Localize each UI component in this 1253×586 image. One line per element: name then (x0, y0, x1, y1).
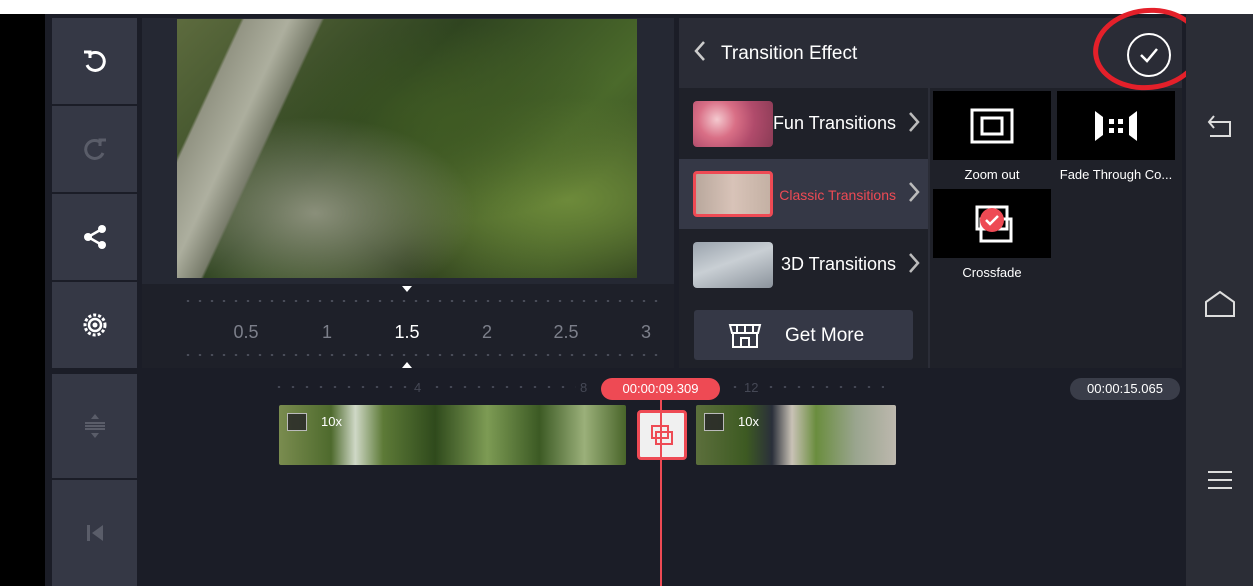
film-icon (287, 413, 307, 431)
timeline-tick: 8 (580, 380, 588, 395)
speed-label: 2 (481, 322, 493, 342)
speed-label: 3 (640, 322, 652, 342)
category-thumbnail (693, 101, 773, 147)
expand-tracks-icon (84, 414, 105, 438)
transition-marker[interactable] (637, 410, 687, 460)
panel-title: Transition Effect (721, 43, 858, 64)
category-3d-transitions[interactable]: 3D Transitions (679, 230, 928, 300)
gear-icon (83, 313, 106, 337)
back-icon[interactable] (1206, 114, 1234, 138)
timeline-ruler-dots (430, 386, 576, 388)
effect-zoom-out[interactable]: Zoom out (933, 91, 1051, 182)
video-clip[interactable]: 10x (279, 405, 626, 465)
effect-name: Crossfade (962, 265, 1022, 280)
effect-name: Fade Through Co... (1059, 167, 1173, 182)
fade-through-color-icon (1095, 110, 1137, 141)
clip-speed: 10x (321, 414, 342, 429)
category-fun-transitions[interactable]: Fun Transitions (679, 89, 928, 159)
category-label: Classic Transitions (779, 187, 896, 203)
track-height-button[interactable] (52, 374, 137, 478)
redo-icon (83, 138, 106, 160)
ruler-dots-top (182, 300, 664, 302)
timeline-ruler-dots (764, 386, 884, 388)
device-bezel (0, 14, 45, 586)
screenshot: 0.5 1 1.5 2 2.5 3 Transition Effect Fun … (0, 0, 1253, 586)
skip-to-start-button[interactable] (52, 480, 137, 586)
effect-name: Zoom out (964, 167, 1020, 182)
speed-label: 2.5 (553, 322, 579, 342)
undo-icon (83, 50, 106, 72)
store-icon (728, 324, 762, 348)
category-thumbnail (693, 242, 773, 288)
ruler-marker-bottom-icon (402, 362, 412, 368)
playhead[interactable] (660, 400, 662, 586)
speed-label: 1 (321, 322, 333, 342)
chevron-right-icon (909, 112, 920, 132)
share-icon (83, 225, 106, 249)
video-preview[interactable] (177, 19, 637, 278)
crossfade-marker-icon (651, 425, 673, 445)
speed-ruler[interactable]: 0.5 1 1.5 2 2.5 3 (142, 284, 674, 368)
speed-label-selected: 1.5 (394, 322, 420, 342)
speed-label: 0.5 (233, 322, 259, 342)
timeline-ruler-dots (728, 386, 742, 388)
category-label: Fun Transitions (772, 113, 896, 133)
timeline-tick: 4 (414, 380, 422, 395)
menu-icon[interactable] (1206, 469, 1234, 491)
playhead-time: 00:00:09.309 (601, 378, 720, 400)
film-icon (704, 413, 724, 431)
effect-tile (933, 189, 1051, 258)
ruler-marker-top-icon (402, 286, 412, 292)
effect-crossfade[interactable]: Crossfade (933, 189, 1051, 280)
clip-speed: 10x (738, 414, 759, 429)
skip-start-icon (86, 525, 103, 541)
timeline-ruler-dots (272, 386, 412, 388)
effect-tile (1057, 91, 1175, 160)
selected-check-icon (980, 208, 1004, 232)
system-nav-bar (1186, 14, 1253, 586)
home-icon[interactable] (1204, 290, 1236, 318)
chevron-right-icon (909, 253, 920, 273)
category-label: 3D Transitions (780, 254, 896, 274)
end-time: 00:00:15.065 (1070, 378, 1180, 400)
chevron-right-icon (909, 182, 920, 202)
zoom-out-icon (970, 108, 1014, 143)
undo-button[interactable] (52, 18, 137, 104)
share-button[interactable] (52, 194, 137, 280)
video-frame (177, 19, 377, 278)
category-classic-transitions[interactable]: Classic Transitions (679, 159, 928, 229)
divider (928, 88, 930, 368)
get-more-button[interactable]: Get More (694, 310, 913, 360)
ruler-dots-bottom (182, 354, 664, 356)
redo-button[interactable] (52, 106, 137, 192)
category-thumbnail (693, 171, 773, 217)
effect-fade-through-color[interactable]: Fade Through Co... (1057, 91, 1175, 182)
settings-button[interactable] (52, 282, 137, 368)
effect-tile (933, 91, 1051, 160)
get-more-label: Get More (785, 325, 865, 346)
back-chevron-icon[interactable] (693, 40, 707, 62)
video-clip[interactable]: 10x (696, 405, 896, 465)
timeline-tick: 12 (744, 380, 759, 395)
